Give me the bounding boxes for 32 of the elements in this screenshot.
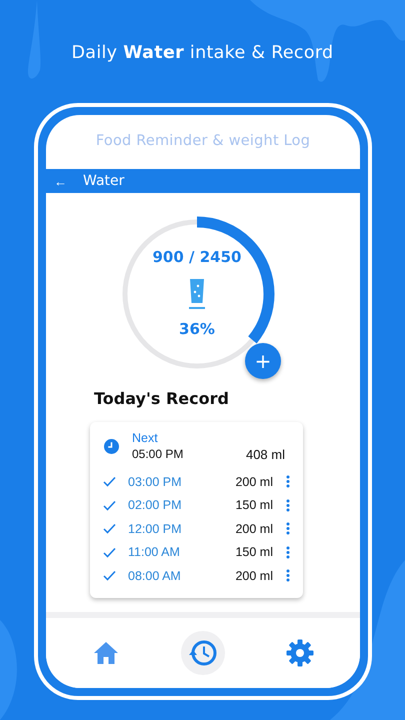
nav-tab[interactable] xyxy=(181,631,225,675)
home-icon[interactable] xyxy=(93,641,119,665)
record-time: 12:00 PM xyxy=(128,522,183,536)
screen-title: Water xyxy=(83,173,124,189)
record-time: 11:00 AM xyxy=(128,545,181,560)
record-time: 02:00 PM xyxy=(128,498,183,512)
headline: Daily Water intake & Record xyxy=(70,43,334,65)
record-amount: 200 ml xyxy=(235,522,273,536)
next-time: 05:00 PM xyxy=(132,446,184,462)
section-title: Today's Record xyxy=(94,389,230,408)
add-button[interactable]: + xyxy=(245,343,281,379)
next-amount: 408 ml xyxy=(246,447,285,462)
record-amount: 150 ml xyxy=(235,545,273,560)
record-time: 08:00 AM xyxy=(128,568,182,583)
more-icon[interactable] xyxy=(286,546,290,559)
more-icon[interactable] xyxy=(286,498,290,512)
glass-icon xyxy=(189,278,205,310)
record-amount: 200 ml xyxy=(235,474,273,489)
more-icon[interactable] xyxy=(286,522,290,536)
intake-amount: 900 / 2450 xyxy=(152,248,242,266)
history-icon[interactable] xyxy=(188,638,218,668)
more-icon[interactable] xyxy=(286,475,290,488)
intake-percent: 36% xyxy=(179,320,215,338)
app-title: Food Reminder & weight Log xyxy=(94,132,312,151)
record-amount: 200 ml xyxy=(235,568,273,583)
back-button[interactable]: ← xyxy=(54,174,67,188)
record-amount: 150 ml xyxy=(235,498,273,512)
clock-icon xyxy=(104,438,118,454)
record-time: 03:00 PM xyxy=(128,474,183,489)
settings-icon[interactable] xyxy=(286,639,314,667)
more-icon[interactable] xyxy=(286,569,290,582)
next-label: Next xyxy=(132,430,159,446)
